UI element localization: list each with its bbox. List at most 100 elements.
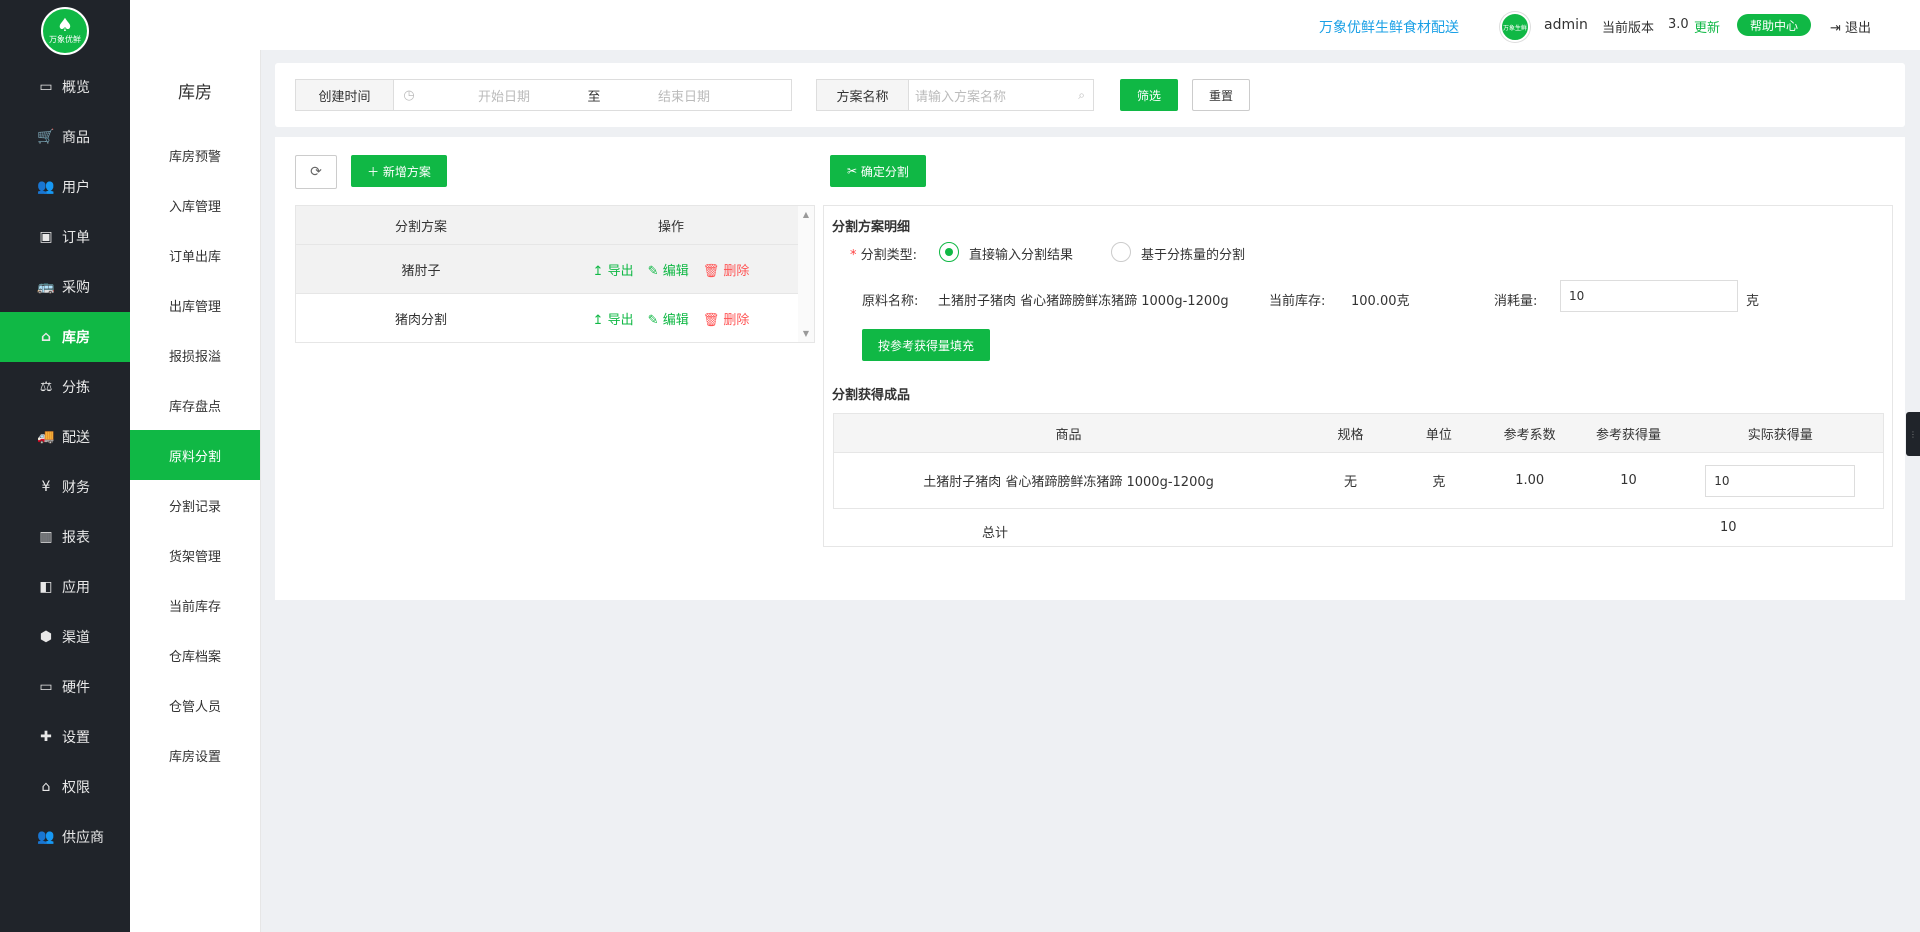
edit-action[interactable]: ✎ 编辑 [648, 260, 689, 279]
export-action[interactable]: ↥ 导出 [593, 309, 634, 328]
actual-input[interactable]: 10 [1705, 464, 1856, 497]
nav-item[interactable]: 🛒 商品 [0, 112, 130, 162]
subnav-item[interactable]: 货架管理 [130, 530, 260, 580]
result-table-header: 商品 规格 单位 参考系数 参考获得量 实际获得量 [834, 414, 1883, 452]
subnav-item[interactable]: 库房设置 [130, 730, 260, 780]
table-row[interactable]: 猪肘子 ↥ 导出 ✎ 编辑 🗑 删除 [296, 244, 814, 293]
result-table: 商品 规格 单位 参考系数 参考获得量 实际获得量 土猪肘子猪肉 省心猪蹄膀鲜冻… [833, 413, 1884, 509]
subnav-item[interactable]: 分割记录 [130, 480, 260, 530]
export-label: 导出 [607, 263, 634, 279]
spec-cell: 无 [1344, 475, 1358, 490]
confirm-split-button[interactable]: ✂ 确定分割 [830, 155, 926, 187]
subnav-item[interactable]: 仓管人员 [130, 680, 260, 730]
home-icon: ⌂ [40, 329, 52, 345]
subnav-item[interactable]: 库存盘点 [130, 380, 260, 430]
option-direct-label[interactable]: 直接输入分割结果 [969, 244, 1073, 263]
handle-grip-icon: ⋮ [1909, 429, 1917, 439]
nav-item[interactable]: ◧ 应用 [0, 562, 130, 612]
update-link[interactable]: 更新 [1694, 17, 1720, 36]
subnav-title: 库房 [178, 82, 212, 103]
delete-action[interactable]: 🗑 删除 [703, 260, 750, 279]
logout-link[interactable]: ⇥ 退出 [1830, 17, 1871, 36]
elephant-icon: ♠ [56, 15, 74, 36]
nav-item-label: 渠道 [62, 630, 90, 646]
header-brand-link[interactable]: 万象优鲜生鲜食材配送 [1319, 17, 1459, 37]
nav-item[interactable]: ⌂ 权限 [0, 762, 130, 812]
plan-name-input[interactable]: 请输入方案名称 ⌕ [908, 79, 1094, 111]
export-action[interactable]: ↥ 导出 [593, 260, 634, 279]
subnav-item[interactable]: 当前库存 [130, 580, 260, 630]
nav-item[interactable]: 🚚 配送 [0, 412, 130, 462]
users-icon: 👥 [37, 179, 55, 195]
nav-item[interactable]: 👥 供应商 [0, 812, 130, 862]
nav-item[interactable]: ⚖ 分拣 [0, 362, 130, 412]
radio-sorted[interactable] [1111, 242, 1131, 262]
nav-item-label: 库房 [62, 330, 90, 346]
avatar[interactable]: 万象生鲜 [1500, 12, 1530, 42]
required-mark: * [850, 248, 857, 263]
logo[interactable]: ♠ 万象优鲜 [0, 0, 130, 62]
scroll-up-icon[interactable]: ▲ [803, 210, 809, 219]
total-value: 10 [1720, 520, 1737, 535]
clock-icon: ◷ [403, 87, 415, 103]
column-header-product: 商品 [1055, 427, 1082, 443]
main-panel: ⟳ ＋ 新增方案 ✂ 确定分割 分割方案 操作 猪肘子 ↥ 导出 ✎ 编辑 🗑 删除猪… [275, 137, 1905, 600]
nav-item[interactable]: ✚ 设置 [0, 712, 130, 762]
subnav-item[interactable]: 报损报溢 [130, 330, 260, 380]
total-label: 总计 [982, 526, 1009, 541]
nav-item[interactable]: 🚌 采购 [0, 262, 130, 312]
monitor-icon: ▭ [39, 79, 53, 95]
date-range-picker[interactable]: ◷ 开始日期 至 结束日期 [393, 79, 792, 111]
scroll-down-icon[interactable]: ▼ [803, 329, 809, 338]
nav-item[interactable]: ⌂ 库房 [0, 312, 130, 362]
nav-item[interactable]: ▭ 硬件 [0, 662, 130, 712]
refresh-button[interactable]: ⟳ [295, 155, 337, 189]
desktop-icon: ▭ [39, 679, 53, 695]
subnav-item[interactable]: 原料分割 [130, 430, 260, 480]
plan-name-label: 方案名称 [816, 79, 908, 111]
end-date-input[interactable]: 结束日期 [604, 86, 764, 105]
help-center-button[interactable]: 帮助中心 [1737, 14, 1811, 36]
export-icon: ↥ [592, 312, 608, 328]
fill-by-reference-button[interactable]: 按参考获得量填充 [862, 329, 990, 361]
detail-title: 分割方案明细 [832, 220, 911, 235]
delete-action[interactable]: 🗑 删除 [703, 309, 750, 328]
reset-button[interactable]: 重置 [1192, 79, 1250, 111]
logout-icon: ⇥ [1830, 21, 1846, 36]
sub-nav: 库房 库房预警 入库管理 订单出库 出库管理 报损报溢 库存盘点 原料分割 分割记录 货架管理当… [130, 50, 261, 932]
consume-label: 消耗量: [1494, 294, 1538, 309]
search-icon[interactable]: ⌕ [1078, 88, 1085, 103]
subnav-item[interactable]: 订单出库 [130, 230, 260, 280]
nav-item-label: 应用 [62, 580, 90, 596]
logo-badge: ♠ 万象优鲜 [41, 7, 89, 55]
edit-action[interactable]: ✎ 编辑 [648, 309, 689, 328]
add-plan-button[interactable]: ＋ 新增方案 [351, 155, 447, 187]
date-range-label: 创建时间 [295, 79, 393, 111]
delete-icon: 🗑 [702, 263, 724, 279]
nav-item[interactable]: 👥 用户 [0, 162, 130, 212]
nav-item[interactable]: ▥ 报表 [0, 512, 130, 562]
truck-icon: 🚚 [37, 429, 55, 445]
side-drawer-handle[interactable]: ⋮ [1906, 412, 1920, 456]
nav-item[interactable]: ▣ 订单 [0, 212, 130, 262]
nav-item[interactable]: ¥ 财务 [0, 462, 130, 512]
column-header-unit: 单位 [1425, 427, 1452, 443]
subnav-item[interactable]: 入库管理 [130, 180, 260, 230]
export-icon: ↥ [592, 263, 608, 279]
subnav-item[interactable]: 仓库档案 [130, 630, 260, 680]
nav-item-label: 分拣 [62, 380, 90, 396]
plan-table-scrollbar[interactable]: ▲ ▼ [798, 206, 814, 342]
nav-item[interactable]: ▭ 概览 [0, 62, 130, 112]
username[interactable]: admin [1544, 17, 1588, 33]
nav-item[interactable]: ⬢ 渠道 [0, 612, 130, 662]
subnav-item[interactable]: 库房预警 [130, 130, 260, 180]
filter-button[interactable]: 筛选 [1120, 79, 1178, 111]
consume-input[interactable]: 10 [1560, 280, 1738, 312]
start-date-input[interactable]: 开始日期 [424, 86, 584, 105]
table-row[interactable]: 猪肉分割 ↥ 导出 ✎ 编辑 🗑 删除 [296, 293, 814, 342]
option-sorted-label[interactable]: 基于分拣量的分割 [1141, 244, 1245, 263]
subnav-item[interactable]: 出库管理 [130, 280, 260, 330]
split-detail-panel: 分割方案明细 * 分割类型: 直接输入分割结果 基于分拣量的分割 原料名称: 土… [823, 205, 1893, 547]
confirm-split-label: 确定分割 [860, 164, 909, 179]
radio-direct[interactable] [939, 242, 959, 262]
